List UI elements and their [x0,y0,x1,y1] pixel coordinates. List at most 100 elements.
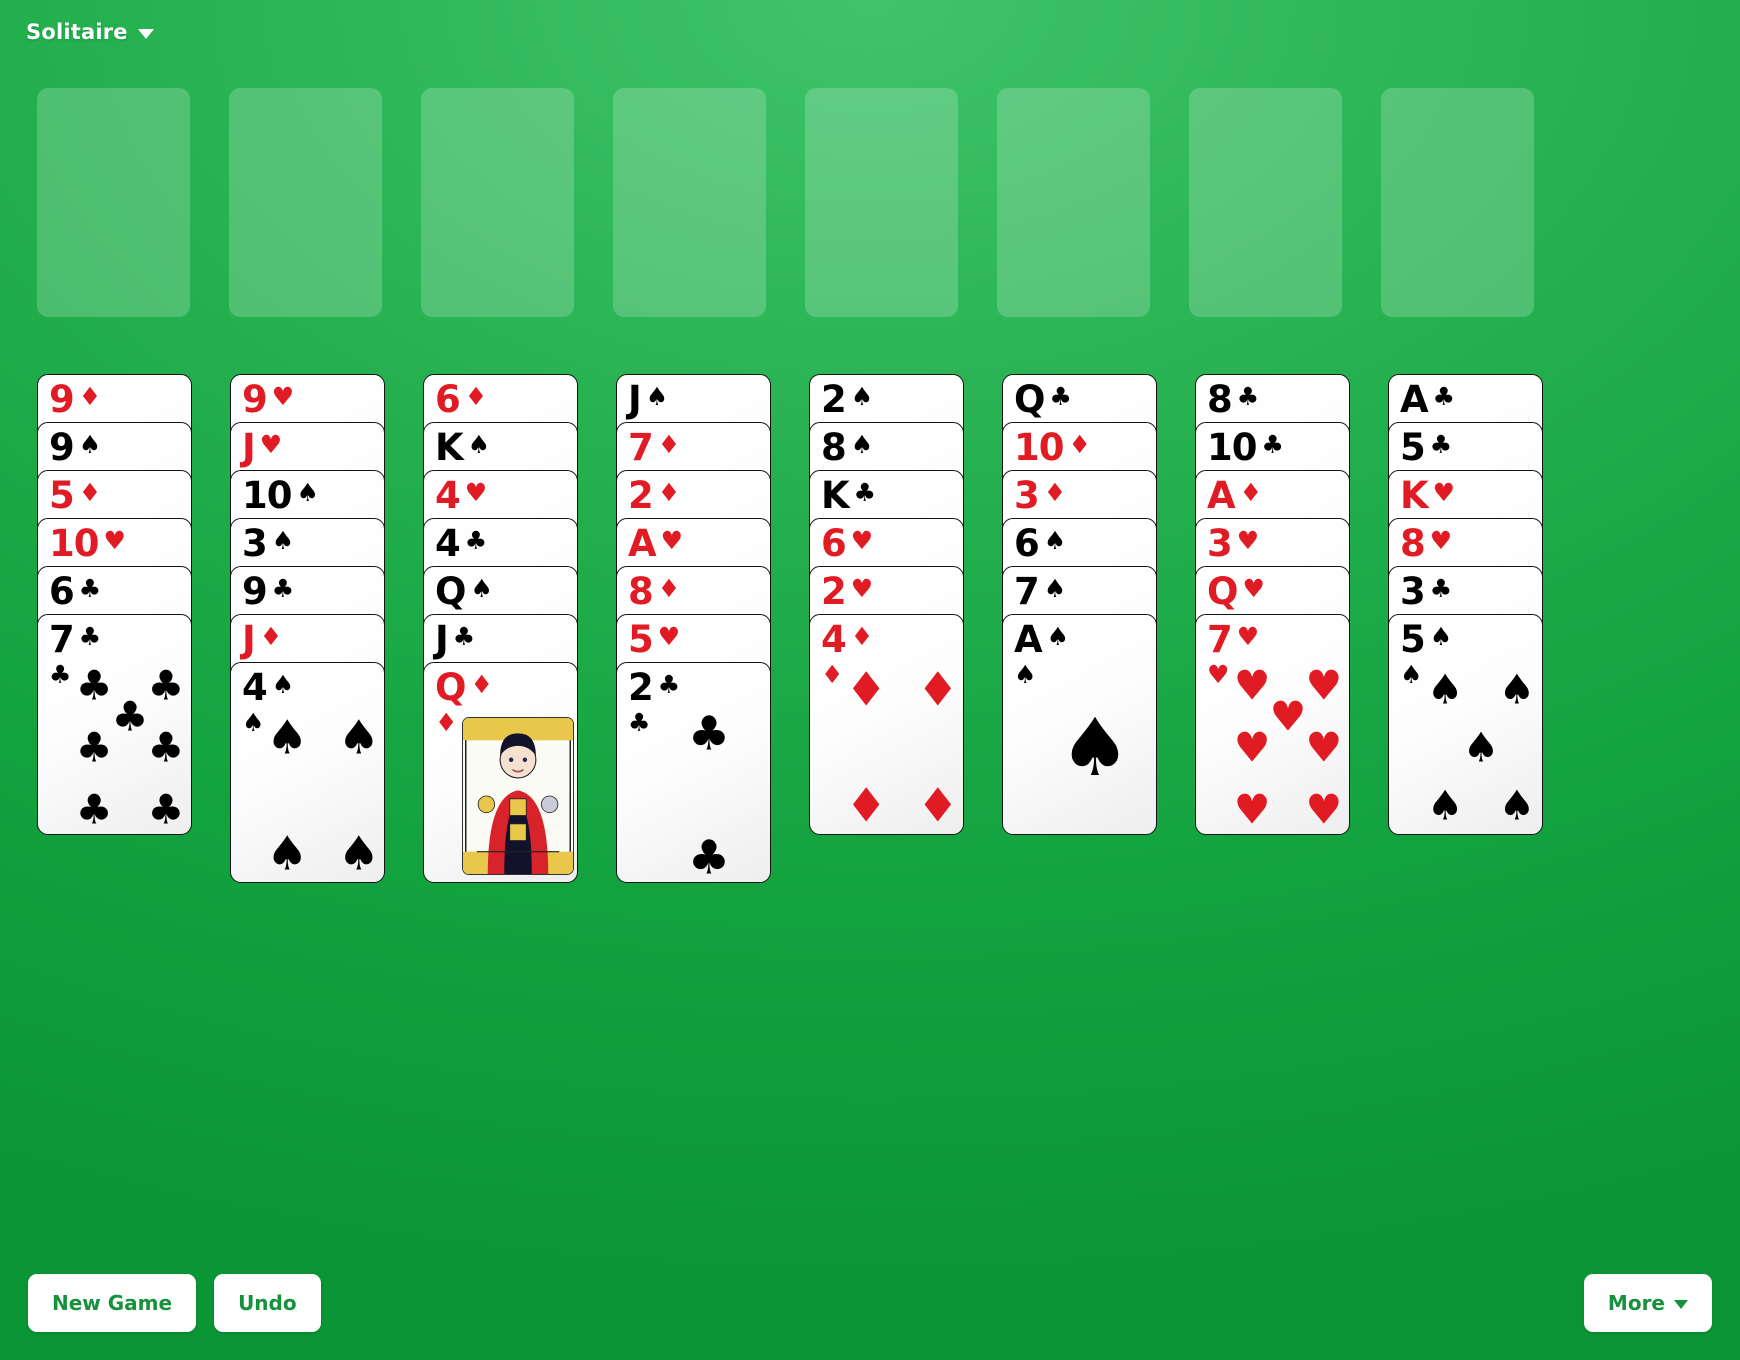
card-pip: ♥ [1233,785,1271,834]
app-menu-button[interactable]: Solitaire [26,20,154,44]
card-suit-icon: ♠ [1046,622,1070,651]
card-corner-index: 5 ♦ [49,474,101,517]
card-pip: ♣ [75,785,113,834]
card-suit-icon: ♣ [1236,382,1260,411]
card-rank: 10 [1014,426,1064,469]
card-pip: ♦ [916,778,959,834]
card-suit-icon-secondary: ♣ [628,708,651,737]
card-pip-field: ♠ [1039,667,1151,829]
card-rank: 9 [49,378,75,421]
card-pip: ♥ [1305,785,1343,834]
card-corner-index: 7 ♣ [49,621,101,658]
card-rank: 5 [628,618,654,661]
card-7-hearts[interactable]: 7 ♥ ♥ ♥ ♥ ♥ ♥ ♥ ♥ ♥ [1195,614,1350,835]
card-rank: 8 [1207,378,1233,421]
card-suit-icon: ♦ [657,478,681,507]
card-pip: ♥ [1305,661,1343,710]
card-rank: J [628,378,642,421]
card-pip: ♠ [266,826,309,882]
card-rank: 8 [628,570,654,613]
card-suit-icon: ♥ [1429,526,1453,555]
card-suit-icon: ♦ [470,670,493,699]
card-rank: 3 [242,522,268,565]
card-suit-icon: ♣ [1429,430,1453,459]
card-pip: ♣ [75,723,113,772]
tableau: 9♦♦9♠♠5♦♦10♥♥6♣♣7♣♣♣♣♣♣♣♣♣9♥♥J♥♥10♠♠3♠♠9… [37,374,1543,883]
card-rank: 7 [1207,618,1233,661]
free-cell-slot-2[interactable] [229,88,382,317]
card-rank: Q [1014,378,1045,421]
card-pip: ♦ [845,778,888,834]
card-suit-icon: ♠ [467,430,491,459]
tableau-column-6[interactable]: Q♣♣10♦♦3♦♦6♠♠7♠♠A♠♠♠ [1002,374,1157,835]
card-suit-icon: ♥ [850,574,874,603]
card-suit-icon: ♦ [259,622,283,651]
card-A-spades[interactable]: A ♠ ♠ ♠ [1002,614,1157,835]
card-corner-index: 10 ♥ [49,525,126,562]
card-suit-icon: ♠ [296,478,319,507]
chevron-down-icon[interactable] [137,28,154,39]
card-corner-index: 6 ♥ [821,525,874,562]
card-rank: 3 [1400,570,1426,613]
card-2-clubs[interactable]: 2 ♣ ♣ ♣ ♣ [616,662,771,883]
card-pip: ♥ [1233,723,1271,772]
card-rank: 4 [435,474,461,517]
card-pip: ♣ [75,661,113,710]
card-suit-icon: ♠ [470,574,493,603]
card-corner-index: 9 ♦ [49,378,102,421]
card-suit-icon: ♥ [850,526,874,555]
tableau-column-8[interactable]: A♣♣5♣♣K♥♥8♥♥3♣♣5♠♠♠♠♠♠♠ [1388,374,1543,835]
card-corner-index: 8 ♥ [1400,525,1453,562]
card-corner-index: A ♠ [1014,621,1070,658]
card-suit-icon: ♥ [1432,478,1456,507]
card-suit-icon-secondary: ♦ [821,660,844,689]
free-cell-slot-7[interactable] [1189,88,1342,317]
card-rank: 9 [242,378,268,421]
card-rank: 4 [242,666,268,709]
card-rank: 5 [1400,618,1426,661]
card-4-spades[interactable]: 4 ♠ ♠ ♠ ♠ ♠ ♠ [230,662,385,883]
card-pip: ♠ [1426,665,1464,714]
card-corner-index: 7 ♦ [628,429,680,466]
tableau-column-5[interactable]: 2♠♠8♠♠K♣♣6♥♥2♥♥4♦♦♦♦♦♦ [809,374,964,835]
card-rank: 5 [49,474,75,517]
card-rank: 10 [1207,426,1257,469]
card-pip-field: ♦ ♦ ♦ ♦ [845,662,959,834]
free-cell-slot-4[interactable] [613,88,766,317]
card-suit-icon: ♦ [78,382,102,411]
card-pip: ♦ [916,662,959,718]
free-cell-slot-5[interactable] [805,88,958,317]
card-rank: 6 [435,378,461,421]
card-corner-index: A ♣ [1400,381,1456,418]
card-rank: K [1400,474,1429,517]
free-cell-slot-6[interactable] [997,88,1150,317]
tableau-column-4[interactable]: J♠♠7♦♦2♦♦A♥♥8♦♦5♥♥2♣♣♣♣ [616,374,771,883]
free-cell-slot-8[interactable] [1381,88,1534,317]
free-cell-slot-1[interactable] [37,88,190,317]
card-suit-icon: ♣ [1429,574,1453,603]
tableau-column-7[interactable]: 8♣♣10♣♣A♦♦3♥♥Q♥♥7♥♥♥♥♥♥♥♥♥ [1195,374,1350,835]
card-corner-index: 6 ♦ [435,378,488,421]
new-game-button[interactable]: New Game [28,1274,197,1332]
card-suit-icon: ♦ [464,382,488,411]
card-rank: 9 [242,570,268,613]
card-suit-icon: ♣ [452,622,476,651]
card-suit-icon: ♣ [1432,382,1456,411]
card-suit-icon: ♦ [1043,478,1067,507]
card-suit-icon: ♥ [1236,622,1260,651]
card-suit-icon-secondary: ♥ [1207,660,1230,689]
card-suit-icon: ♦ [850,622,874,651]
tableau-column-3[interactable]: 6♦♦K♠♠4♥♥4♣♣Q♠♠J♣♣Q♦♦ [423,374,578,883]
card-corner-index: Q ♥ [1207,573,1265,610]
card-4-diamonds[interactable]: 4 ♦ ♦ ♦ ♦ ♦ ♦ [809,614,964,835]
tableau-column-2[interactable]: 9♥♥J♥♥10♠♠3♠♠9♣♣J♦♦4♠♠♠♠♠♠ [230,374,385,883]
more-button[interactable]: More [1583,1274,1712,1332]
card-5-spades[interactable]: 5 ♠ ♠ ♠ ♠ ♠ ♠ ♠ [1388,614,1543,835]
undo-button[interactable]: Undo [214,1274,321,1332]
card-pip: ♣ [147,785,185,834]
card-corner-index: 2 ♣ [628,669,680,706]
tableau-column-1[interactable]: 9♦♦9♠♠5♦♦10♥♥6♣♣7♣♣♣♣♣♣♣♣♣ [37,374,192,835]
card-7-clubs[interactable]: 7 ♣ ♣ ♣ ♣ ♣ ♣ ♣ ♣ ♣ [37,614,192,835]
free-cell-slot-3[interactable] [421,88,574,317]
card-Q-diamonds[interactable]: Q ♦ ♦ [423,662,578,883]
